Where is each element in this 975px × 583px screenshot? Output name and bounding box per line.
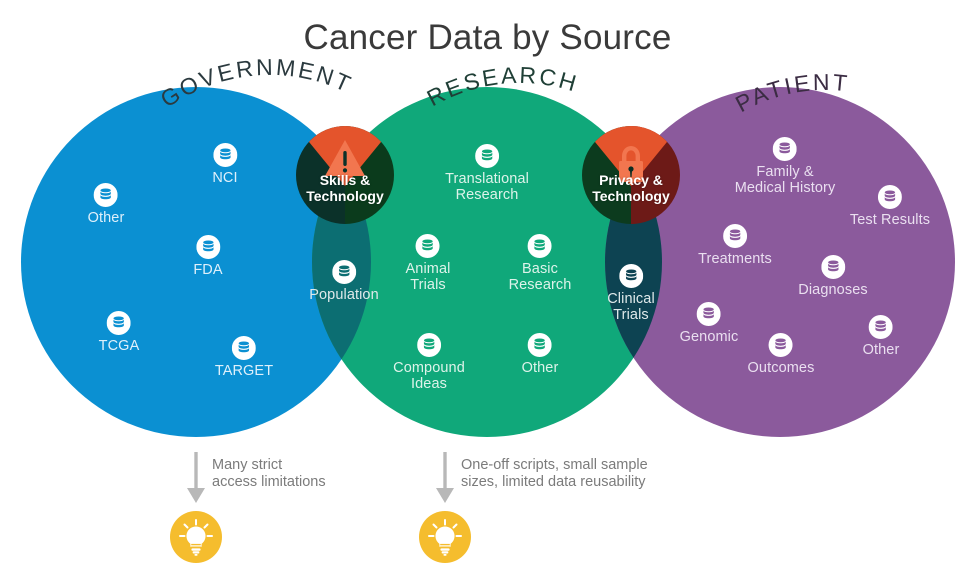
data-node-fda[interactable]: FDA [193, 235, 223, 278]
data-node-label: Other [87, 210, 125, 226]
data-node-clinical-trials[interactable]: Clinical Trials [607, 264, 655, 324]
data-node-label: Compound [393, 360, 465, 376]
database-icon [527, 333, 552, 357]
data-node-label: Basic [522, 261, 558, 277]
overlap-label-privacy-technology: Privacy & Technology [592, 172, 670, 204]
database-icon [415, 234, 440, 258]
database-icon [722, 224, 747, 248]
down-arrow-icon [436, 452, 454, 503]
data-node-label: Population [309, 287, 379, 303]
data-node-test-results[interactable]: Test Results [850, 185, 930, 228]
database-icon [527, 234, 552, 258]
overlap-label-line2: Technology [592, 188, 670, 205]
data-node-label: Other [521, 360, 559, 376]
diagram-canvas: Cancer Data by Source GOVERNMENT RESEARC… [0, 0, 975, 583]
data-node-tcga[interactable]: TCGA [99, 311, 140, 354]
data-node-label: Animal [405, 261, 451, 277]
data-node-other-research[interactable]: Other [522, 333, 559, 376]
data-node-label: Outcomes [747, 360, 815, 376]
data-node-label-2: Research [508, 277, 572, 294]
data-node-diagnoses[interactable]: Diagnoses [798, 255, 868, 298]
database-icon [877, 185, 902, 209]
data-node-basic-research[interactable]: Basic Research [509, 234, 572, 294]
database-icon [107, 311, 131, 335]
overlap-label-line2: Technology [306, 188, 384, 205]
database-icon [196, 235, 220, 259]
data-node-other-government[interactable]: Other [88, 183, 125, 226]
government-annotation-text: Many strict access limitations [212, 457, 326, 492]
overlap-label-line1: Skills & [319, 172, 371, 188]
data-node-label: Diagnoses [798, 282, 868, 298]
data-node-label: Treatments [698, 251, 772, 267]
database-icon [868, 315, 893, 339]
overlap-label-skills-technology: Skills & Technology [306, 172, 384, 204]
data-node-label: FDA [193, 262, 223, 278]
data-node-label-2: Medical History [734, 180, 836, 197]
data-node-outcomes[interactable]: Outcomes [748, 333, 815, 376]
data-node-label: Test Results [849, 212, 931, 228]
data-node-label-2: Trials [613, 307, 649, 324]
database-icon [475, 144, 499, 168]
database-icon [232, 336, 256, 360]
data-node-label: Other [862, 342, 900, 358]
data-node-label-2: Ideas [411, 376, 447, 393]
database-icon [696, 302, 721, 326]
database-icon [772, 137, 797, 161]
annotation-line1: One-off scripts, small sample [461, 457, 648, 473]
data-node-population[interactable]: Population [309, 260, 379, 303]
data-node-label: TARGET [214, 363, 274, 379]
data-node-compound-ideas[interactable]: Compound Ideas [393, 333, 465, 393]
data-node-genomic[interactable]: Genomic [680, 302, 739, 345]
database-icon [820, 255, 845, 279]
data-node-other-patient[interactable]: Other [863, 315, 900, 358]
database-icon [213, 143, 237, 167]
data-node-label-2: Trials [410, 277, 446, 294]
data-node-label: Translational [445, 171, 529, 187]
data-node-target[interactable]: TARGET [215, 336, 273, 379]
database-icon [768, 333, 793, 357]
annotation-line2: sizes, limited data reusability [461, 474, 646, 491]
research-annotation-text: One-off scripts, small sample sizes, lim… [461, 457, 648, 492]
data-node-translational-research[interactable]: Translational Research [445, 144, 529, 204]
down-arrow-icon [187, 452, 205, 503]
database-icon [417, 333, 441, 357]
data-node-label: Family & [756, 164, 814, 180]
data-node-label: Genomic [679, 329, 739, 345]
data-node-family-medical-history[interactable]: Family & Medical History [735, 137, 836, 197]
database-icon [618, 264, 643, 288]
overlap-label-line1: Privacy & [599, 172, 663, 188]
lightbulb-icon[interactable] [170, 511, 222, 563]
data-node-treatments[interactable]: Treatments [698, 224, 772, 267]
data-node-nci[interactable]: NCI [212, 143, 238, 186]
data-node-label-2: Research [455, 187, 519, 204]
annotation-line1: Many strict [212, 457, 283, 473]
data-node-label: NCI [212, 170, 238, 186]
database-icon [332, 260, 356, 284]
database-icon [93, 183, 118, 207]
data-node-animal-trials[interactable]: Animal Trials [406, 234, 451, 294]
data-node-label: Clinical [607, 291, 655, 307]
data-node-label: TCGA [98, 338, 140, 354]
annotation-line2: access limitations [212, 474, 326, 491]
lightbulb-icon[interactable] [419, 511, 471, 563]
